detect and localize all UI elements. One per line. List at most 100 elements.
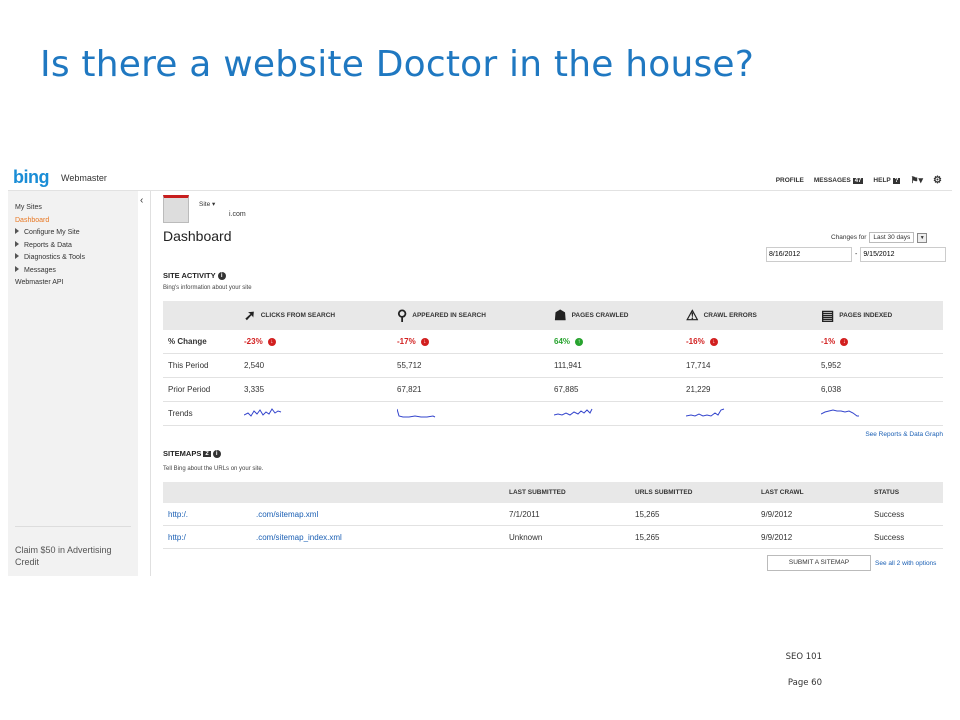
help-label: HELP [873, 177, 891, 184]
table-cell: 2,540 [239, 353, 392, 378]
table-cell [816, 401, 943, 426]
table-row: Prior Period 3,335 67,821 67,885 21,229 … [163, 377, 943, 402]
table-cell: 15,265 [630, 525, 756, 549]
table-cell: 9/9/2012 [756, 503, 869, 526]
trend-sparkline-appeared[interactable] [396, 407, 437, 419]
table-cell: 67,821 [392, 377, 549, 402]
expand-arrow-icon [15, 240, 19, 247]
table-cell: 67,885 [549, 377, 681, 402]
table-header-cell: ⚲ APPEARED IN SEARCH [392, 301, 549, 330]
sitemaps-count-badge: 2 [203, 451, 211, 458]
row-label: Prior Period [163, 377, 239, 402]
messages-count-badge: 47 [852, 178, 864, 184]
table-header-row: ➚ CLICKS FROM SEARCH ⚲ APPEARED IN SEARCH … [163, 301, 943, 330]
sidebar-item-diagnostics[interactable]: Diagnostics & Tools [8, 252, 138, 265]
table-header-cell: ⚠ CRAWL ERRORS [681, 301, 816, 330]
sidebar-item-api[interactable]: Webmaster API [8, 277, 138, 290]
bing-logo[interactable]: bing [13, 167, 50, 188]
messages-link[interactable]: MESSAGES 47 [814, 177, 864, 184]
trend-sparkline-errors[interactable] [685, 407, 726, 419]
table-cell [392, 401, 549, 426]
table-row: Trends [163, 401, 943, 426]
table-header-cell: ➚ CLICKS FROM SEARCH [239, 301, 392, 330]
product-name: Webmaster [61, 173, 107, 183]
sidebar-item-my-sites[interactable]: My Sites [8, 202, 138, 215]
expand-arrow-icon [15, 265, 19, 272]
sidebar-item-reports[interactable]: Reports & Data [8, 240, 138, 253]
trend-sparkline-indexed[interactable] [820, 407, 861, 419]
column-header: STATUS [869, 482, 943, 503]
arrow-down-icon: ↓ [267, 337, 276, 346]
sidebar-item-label: My Sites [15, 204, 42, 211]
column-header: PAGES INDEXED [839, 312, 893, 319]
top-links: PROFILE MESSAGES 47 HELP? ⚑▾ ⚙ [776, 175, 942, 186]
column-header: CLICKS FROM SEARCH [260, 312, 336, 319]
date-to-input[interactable] [860, 247, 947, 262]
claim-credit-link[interactable]: Claim $50 in Advertising Credit [15, 544, 130, 568]
trend-sparkline-crawled[interactable] [553, 407, 594, 419]
windows-flag-icon[interactable]: ⚑▾ [910, 175, 923, 186]
table-cell [239, 401, 392, 426]
percent-value: 64% [554, 337, 571, 346]
footer-course: SEO 101 [785, 652, 822, 662]
table-row: % Change -23% ↓ -17% ↓ 64% ↑ -16% ↓ -1% ↓ [163, 330, 943, 354]
percent-value: -17% [397, 337, 416, 346]
range-select[interactable]: Last 30 days [869, 232, 915, 243]
cursor-icon: ➚ [244, 307, 256, 323]
table-cell: Unknown [504, 525, 630, 549]
page-title: Dashboard [163, 228, 232, 244]
submit-sitemap-button[interactable]: SUBMIT A SITEMAP [767, 555, 871, 571]
sitemaps-heading: SITEMAPS 2 i [163, 449, 221, 459]
webmaster-screenshot: bing Webmaster PROFILE MESSAGES 47 HELP? … [8, 160, 952, 576]
site-url: i.com [229, 211, 246, 218]
info-icon[interactable]: i [217, 272, 226, 281]
arrow-down-icon: ↓ [840, 337, 849, 346]
warning-icon: ⚠ [686, 307, 699, 323]
arrow-up-icon: ↑ [575, 337, 584, 346]
column-header: LAST SUBMITTED [504, 482, 630, 503]
see-all-sitemaps-link[interactable]: See all 2 with options [875, 560, 936, 567]
site-activity-heading: SITE ACTIVITY i [163, 271, 226, 281]
site-thumbnail [163, 195, 189, 223]
trend-sparkline-clicks[interactable] [243, 407, 284, 419]
row-label: Trends [163, 401, 239, 426]
column-header: URLS SUBMITTED [630, 482, 756, 503]
date-range: - [766, 247, 947, 262]
profile-link[interactable]: PROFILE [776, 177, 804, 184]
info-icon[interactable]: i [212, 450, 221, 459]
sidebar-collapse-handle[interactable]: ‹ [138, 191, 151, 576]
table-cell: -17% ↓ [392, 330, 549, 354]
sidebar-item-configure[interactable]: Configure My Site [8, 227, 138, 240]
sitemaps-title: SITEMAPS [163, 449, 202, 458]
sidebar-item-label: Dashboard [15, 216, 50, 224]
sidebar-item-label: Messages [24, 266, 56, 274]
sitemaps-subtitle: Tell Bing about the URLs on your site. [163, 466, 264, 472]
table-row: This Period 2,540 55,712 111,941 17,714 … [163, 353, 943, 378]
table-cell: Success [869, 503, 943, 526]
gear-icon[interactable]: ⚙ [933, 175, 942, 186]
table-cell: 17,714 [681, 353, 816, 378]
sitemap-path-link[interactable]: .com/sitemap_index.xml [251, 525, 504, 549]
sidebar-item-messages[interactable]: Messages [8, 265, 138, 278]
sitemap-path-link[interactable]: .com/sitemap.xml [251, 503, 504, 526]
expand-arrow-icon [15, 253, 19, 259]
sitemap-host-link[interactable]: http:/. [163, 503, 251, 526]
percent-value: -16% [686, 337, 705, 346]
table-cell [681, 401, 816, 426]
dropdown-arrow-icon[interactable]: ▼ [917, 232, 928, 243]
site-selector[interactable]: Site ▾ [199, 200, 215, 208]
help-link[interactable]: HELP? [873, 177, 901, 184]
sidebar-item-dashboard[interactable]: Dashboard [8, 215, 138, 228]
see-reports-link[interactable]: See Reports & Data Graph [865, 431, 943, 438]
table-cell: 15,265 [630, 503, 756, 526]
date-from-input[interactable] [766, 247, 852, 262]
chevron-left-icon: ‹ [140, 195, 144, 206]
row-label: This Period [163, 353, 239, 378]
robot-icon: ☗ [554, 307, 567, 323]
table-cell: 21,229 [681, 377, 816, 402]
arrow-down-icon: ↓ [420, 337, 429, 346]
sitemap-host-link[interactable]: http:/ [163, 525, 251, 549]
arrow-down-icon: ↓ [709, 337, 718, 346]
help-badge: ? [892, 178, 901, 184]
table-cell: 6,038 [816, 377, 943, 402]
